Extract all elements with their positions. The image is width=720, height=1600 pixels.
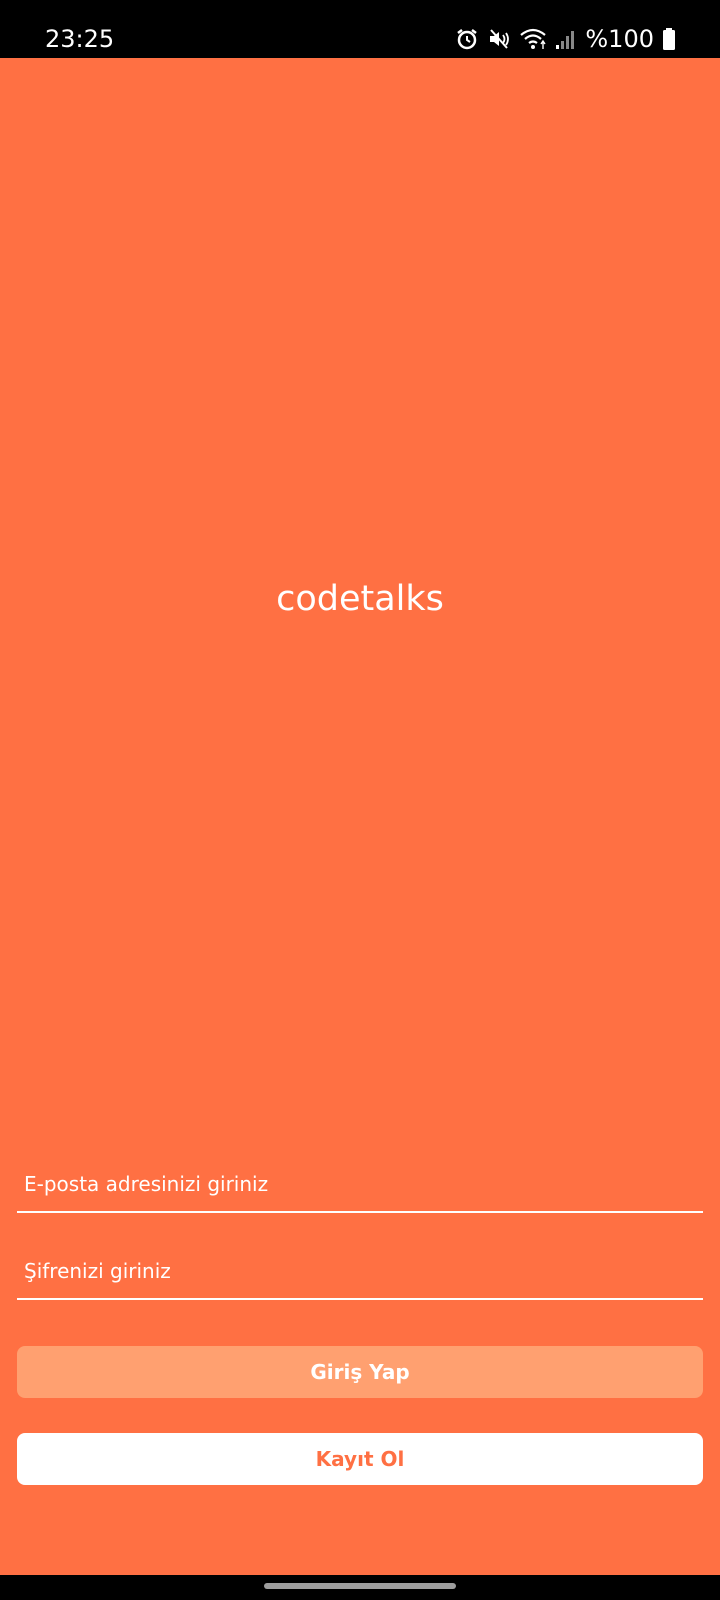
home-indicator[interactable] [264,1583,456,1589]
login-button[interactable]: Giriş Yap [17,1346,703,1398]
email-field-container [17,1143,703,1213]
login-screen: codetalks Giriş Yap Kayıt Ol [0,58,720,1575]
battery-percentage: %100 [585,25,654,53]
navigation-bar [0,1575,720,1600]
password-field[interactable] [17,1230,703,1298]
status-bar: 23:25 %100 [0,0,720,58]
signal-icon [555,27,577,51]
status-icons: %100 [455,24,676,54]
battery-icon [662,27,676,51]
password-field-container [17,1230,703,1300]
status-time: 23:25 [45,25,115,53]
app-title: codetalks [276,579,444,619]
wifi-icon [519,27,547,51]
alarm-icon [455,27,479,51]
register-button[interactable]: Kayıt Ol [17,1433,703,1485]
email-field[interactable] [17,1143,703,1211]
mute-icon [487,27,511,51]
